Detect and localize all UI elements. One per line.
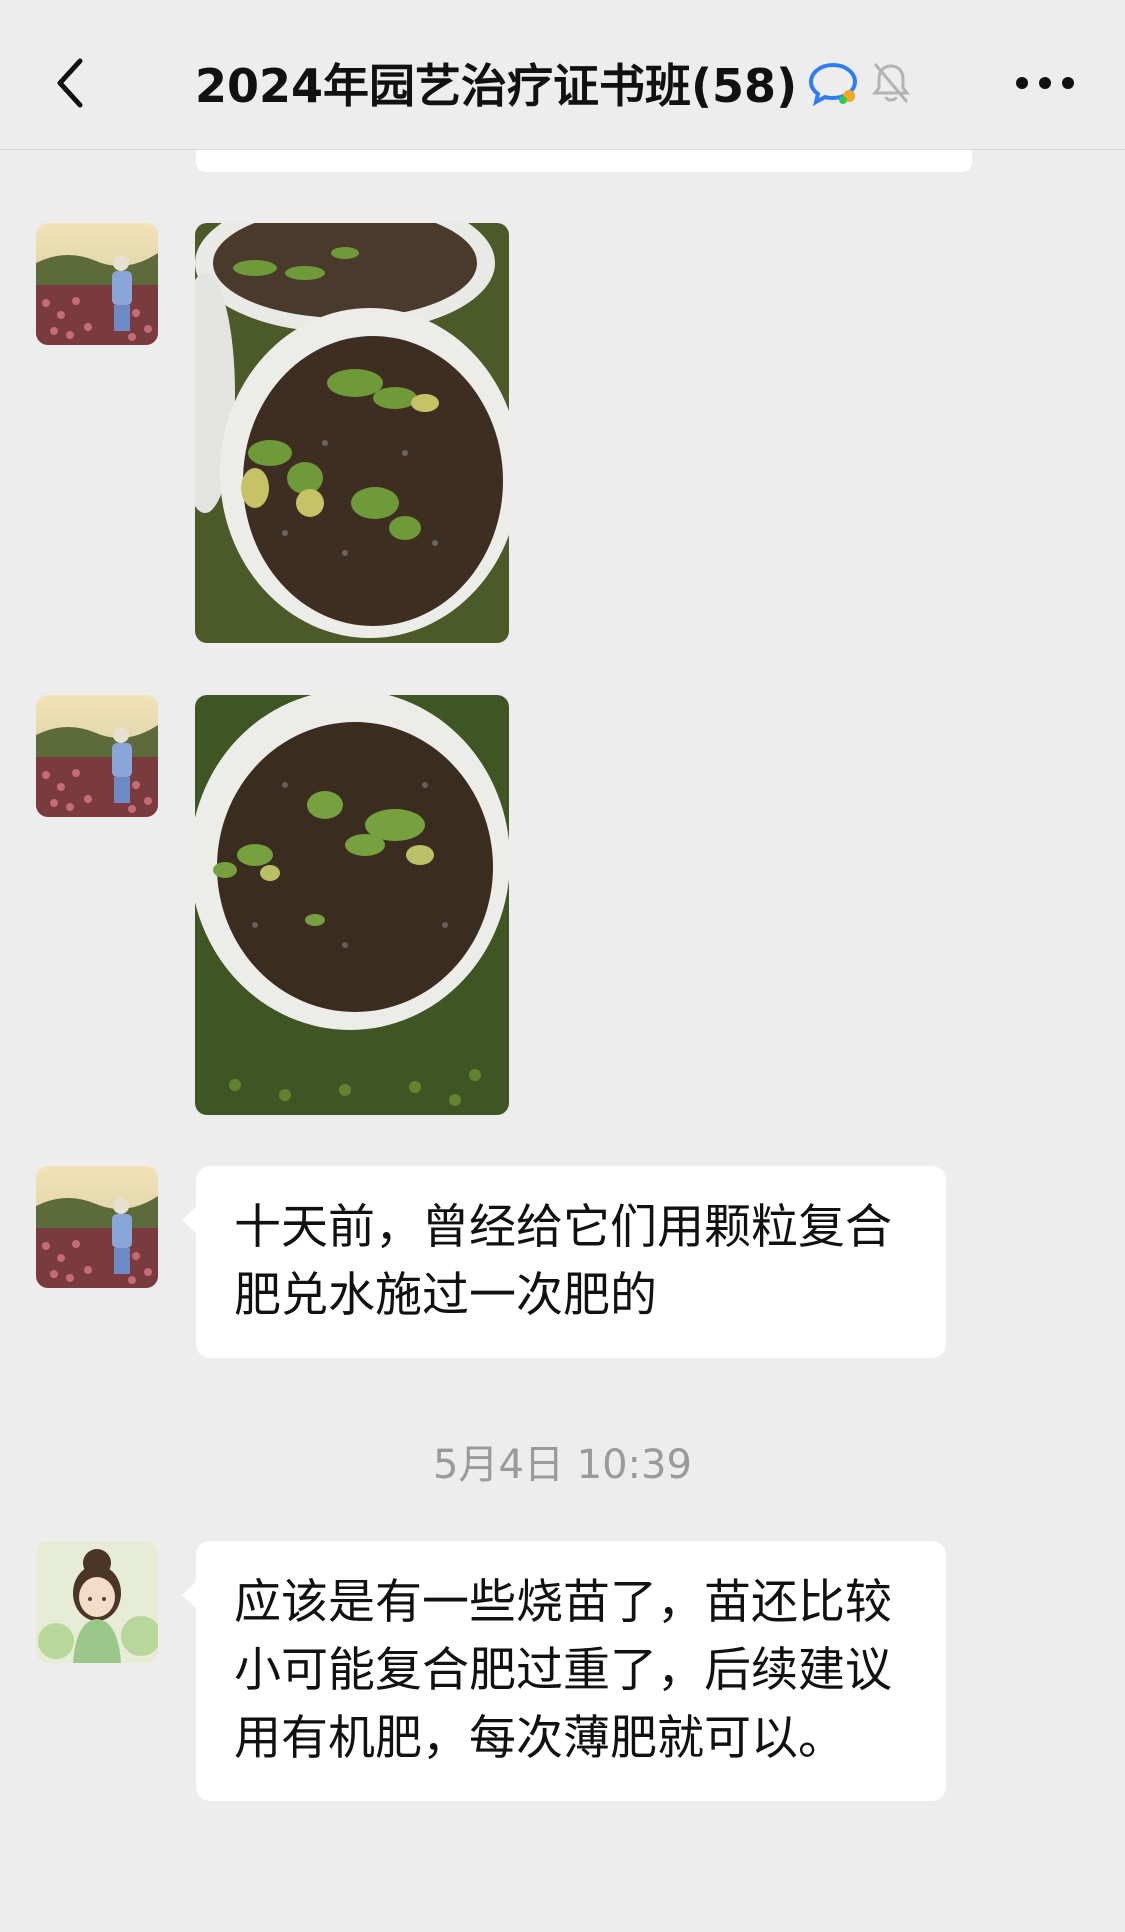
avatar-member-1[interactable] [36,1166,158,1288]
message-text: 十天前，曾经给它们用颗粒复合肥兑水施过一次肥的 [234,1200,892,1323]
more-options-button[interactable] [1005,48,1085,118]
bell-muted-icon [869,60,913,106]
back-button[interactable] [40,48,100,118]
timestamp-divider: 5月4日 10:39 [433,1442,692,1488]
message-image-seedlings-2[interactable] [195,695,509,1115]
avatar-member-1[interactable] [36,695,158,817]
chat-bubble-icon [807,60,859,106]
message-bubble-text[interactable]: 十天前，曾经给它们用颗粒复合肥兑水施过一次肥的 [182,1166,946,1358]
message-image-seedlings-1[interactable] [195,223,509,643]
chat-header: 2024年园艺治疗证书班(58) [0,0,1125,150]
chat-title-group[interactable]: 2024年园艺治疗证书班(58) [195,48,913,118]
avatar-member-2[interactable] [36,1541,158,1663]
message-text: 应该是有一些烧苗了，苗还比较小可能复合肥过重了，后续建议用有机肥，每次薄肥就可以… [234,1575,892,1766]
avatar-member-1[interactable] [36,223,158,345]
chat-title: 2024年园艺治疗证书班(58) [195,59,798,113]
message-bubble-text[interactable]: 应该是有一些烧苗了，苗还比较小可能复合肥过重了，后续建议用有机肥，每次薄肥就可以… [182,1541,946,1801]
more-dots-icon [1016,77,1074,89]
chat-screen: 2024年园艺治疗证书班(58) 十天前，曾经给它们用颗粒复合肥兑水施过一次肥的… [0,0,1125,1932]
chevron-left-icon [57,58,83,108]
